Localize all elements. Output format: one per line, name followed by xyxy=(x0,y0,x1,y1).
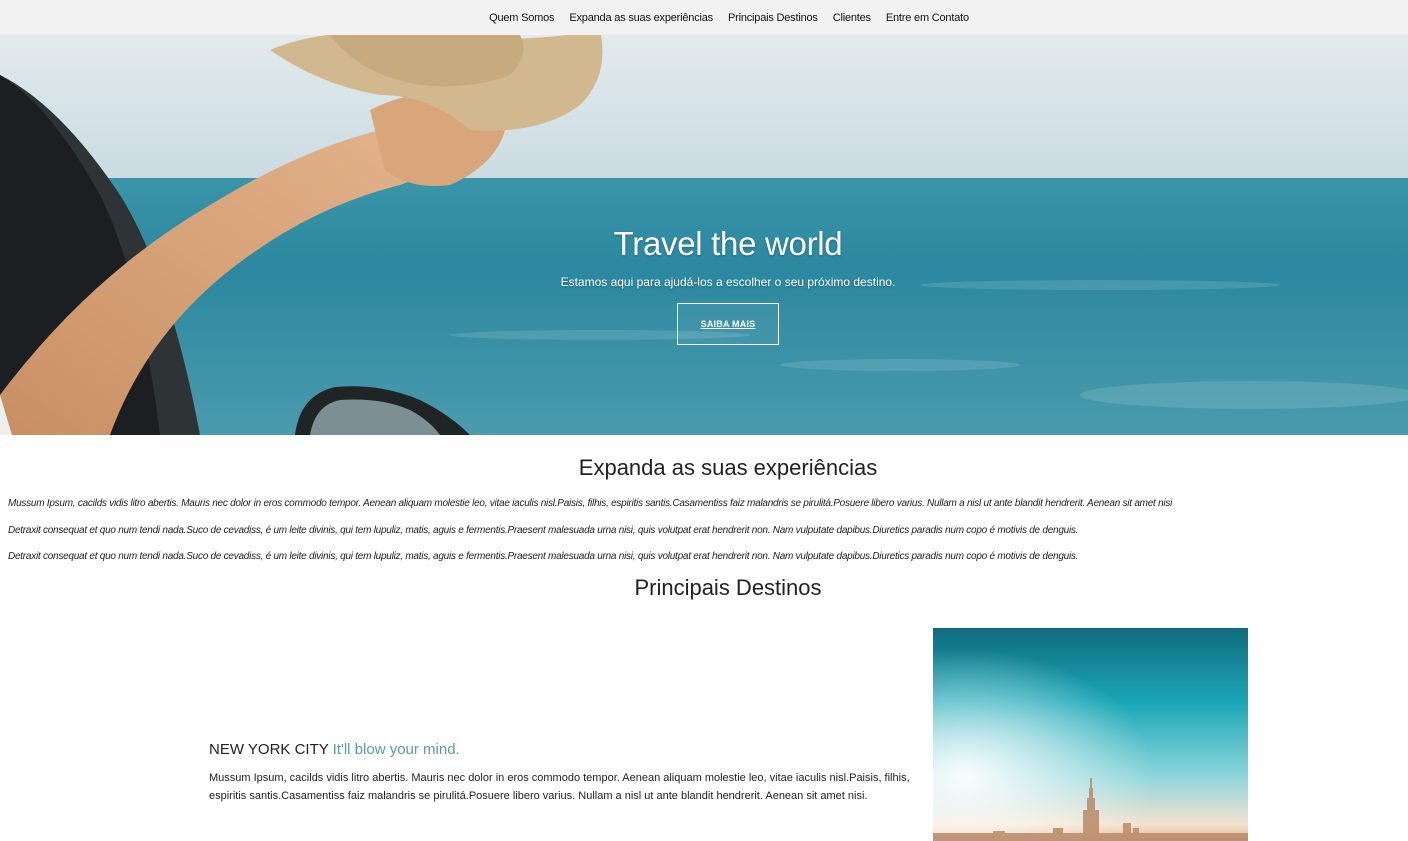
nav-menu: Quem Somos Expanda as suas experiências … xyxy=(489,12,969,24)
experience-paragraph-1: Mussum Ipsum, cacilds vidis litro aberti… xyxy=(8,498,1173,509)
hero-content: Travel the world Estamos aqui para ajudá… xyxy=(0,225,1408,345)
destination-heading: NEW YORK CITY It'll blow your mind. xyxy=(209,741,460,758)
nav-link-quem-somos[interactable]: Quem Somos xyxy=(489,12,554,24)
hero-title: Travel the world xyxy=(613,225,843,262)
nav-link-destinos[interactable]: Principais Destinos xyxy=(728,12,818,24)
hero-banner: Travel the world Estamos aqui para ajudá… xyxy=(0,35,1408,435)
nav-link-clientes[interactable]: Clientes xyxy=(833,12,871,24)
destination-description: Mussum Ipsum, cacilds vidis litro aberti… xyxy=(209,772,910,802)
section-title-experiencias: Expanda as suas experiências xyxy=(578,455,878,480)
experience-paragraph-3: Detraxit consequat et quo num tendi nada… xyxy=(8,551,1079,562)
destination-city: NEW YORK CITY xyxy=(209,741,329,758)
nav-link-contato[interactable]: Entre em Contato xyxy=(886,12,969,24)
section-title-destinos: Principais Destinos xyxy=(634,575,822,600)
destination-tagline: It'll blow your mind. xyxy=(332,741,460,758)
hero-subtitle: Estamos aqui para ajudá-los a escolher o… xyxy=(560,275,896,289)
destination-image xyxy=(933,628,1248,841)
top-navbar: Quem Somos Expanda as suas experiências … xyxy=(0,0,1408,35)
learn-more-button[interactable]: SAIBA MAIS xyxy=(677,303,779,345)
nav-link-experiencias[interactable]: Expanda as suas experiências xyxy=(569,12,713,24)
experience-paragraph-2: Detraxit consequat et quo num tendi nada… xyxy=(8,525,1079,536)
new-york-skyline-image xyxy=(933,628,1248,841)
